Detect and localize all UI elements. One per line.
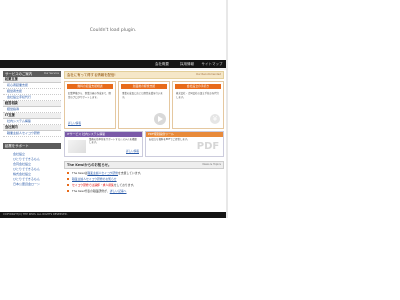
news-link[interactable]: 職業主婦人セイコウ研修 bbox=[87, 171, 118, 175]
news-link[interactable]: 詳しい記事へ bbox=[110, 189, 127, 193]
recommend-header-sub: Our Recommended bbox=[195, 73, 221, 76]
card-text: 起業準備から、事業計画の作成まで、経営のプロがサポートします。 bbox=[68, 92, 111, 99]
card-link[interactable]: 詳しい情報 bbox=[68, 121, 81, 125]
plugin-error-message: Couldn't load plugin. bbox=[89, 28, 137, 33]
separator bbox=[0, 68, 226, 70]
news-title: The Kewlからのお知らせ。 bbox=[67, 163, 112, 167]
news-text: をしております。 bbox=[113, 183, 136, 187]
box-it-link[interactable]: 詳しい情報 bbox=[126, 149, 139, 153]
box-pdf-tool[interactable]: PDF特別提供ツール お役立ち資料をPDFでご提供します。 PDF bbox=[145, 131, 224, 157]
bullet-icon bbox=[67, 172, 69, 174]
card-startup[interactable]: 無料の起業支援相談 起業準備から、事業計画の作成まで、経営のプロがサポートします… bbox=[64, 81, 116, 129]
news-text: The Kewl代表の職業研修が、 bbox=[72, 189, 110, 193]
news-item: The Kewl代表の職業研修が、詳しい記事へ bbox=[64, 189, 224, 193]
card-title: 創業後の経営支援 bbox=[121, 84, 167, 90]
card-title: 会社設立の手続き bbox=[175, 84, 221, 90]
nav-sitemap[interactable]: サイトマップ bbox=[200, 60, 224, 68]
recommend-header: 会社に有って得する情報を配信! Our Recommended bbox=[64, 71, 224, 79]
pdf-logo: PDF bbox=[196, 141, 220, 152]
news-highlight: セイコウ研修では講師・求人募集 bbox=[72, 183, 114, 187]
plugin-placeholder: Couldn't load plugin. bbox=[0, 0, 226, 60]
news-text: を支援しています。 bbox=[118, 171, 143, 175]
card-support[interactable]: 創業後の経営支援 事業の成長に応じた経営支援を行います。 bbox=[118, 81, 170, 129]
news-text: The Kewlは bbox=[72, 171, 88, 175]
service-row: ITサービス 社内システム構築 業務の効率化をサポートするシステムを構築します。… bbox=[64, 131, 224, 157]
news-sub: News & Topics bbox=[202, 163, 221, 166]
main-content: 会社に有って得する情報を配信! Our Recommended 無料の起業支援相… bbox=[64, 71, 224, 215]
recommend-header-title: 会社に有って得する情報を配信! bbox=[67, 73, 116, 77]
sidebar-sub-header: 起業をサポート bbox=[3, 143, 61, 149]
arrow-icon bbox=[154, 113, 166, 125]
sidebar-sub-link[interactable]: 日本公庫資金ローン bbox=[3, 182, 61, 187]
nav-company[interactable]: 会社概要 bbox=[150, 60, 174, 68]
sidebar-link[interactable]: 職業主婦人セイコウ研修 bbox=[3, 131, 61, 137]
bullet-icon bbox=[67, 184, 69, 186]
card-title: 無料の起業支援相談 bbox=[67, 84, 113, 90]
sidebar-header-title: サービスのご案内 bbox=[5, 72, 33, 76]
nav-recruit[interactable]: 採用情報 bbox=[176, 60, 198, 68]
news-item: 職業主婦人セイコウ研修のお知らせ bbox=[64, 177, 224, 181]
right-edge bbox=[226, 0, 228, 218]
news-item: The Kewlは職業主婦人セイコウ研修を支援しています。 bbox=[64, 171, 224, 175]
sidebar: サービスのご案内 Our Service 起業支援 初心者起業支援 経営者支援 … bbox=[3, 71, 61, 211]
box-it-service[interactable]: ITサービス 社内システム構築 業務の効率化をサポートするシステムを構築します。… bbox=[64, 131, 143, 157]
bullet-icon bbox=[67, 190, 69, 192]
graph-image bbox=[68, 140, 86, 153]
news-item: セイコウ研修では講師・求人募集をしております。 bbox=[64, 183, 224, 187]
bullet-icon bbox=[67, 178, 69, 180]
sidebar-header-sub: Our Service bbox=[43, 72, 59, 75]
footer: COPYRIGHT(C) THE KEWL ALL RIGHTS RESERVE… bbox=[0, 212, 226, 218]
sidebar-header: サービスのご案内 Our Service bbox=[3, 71, 61, 77]
yen-icon: ¥ bbox=[210, 114, 220, 124]
news-link[interactable]: 職業主婦人セイコウ研修のお知らせ bbox=[72, 177, 117, 181]
card-text: 事業の成長に応じた経営支援を行います。 bbox=[122, 92, 163, 99]
sidebar-sub-header-title: 起業をサポート bbox=[5, 144, 29, 148]
news-header: The Kewlからのお知らせ。 News & Topics bbox=[64, 161, 224, 169]
card-incorporation[interactable]: 会社設立の手続き 株式会社・合同会社の設立手続きを代行します。 ¥ bbox=[172, 81, 224, 129]
card-row: 無料の起業支援相談 起業準備から、事業計画の作成まで、経営のプロがサポートします… bbox=[64, 81, 224, 129]
card-text: 株式会社・合同会社の設立手続きを代行します。 bbox=[176, 92, 220, 99]
top-navbar: 会社概要 採用情報 サイトマップ bbox=[0, 60, 226, 68]
